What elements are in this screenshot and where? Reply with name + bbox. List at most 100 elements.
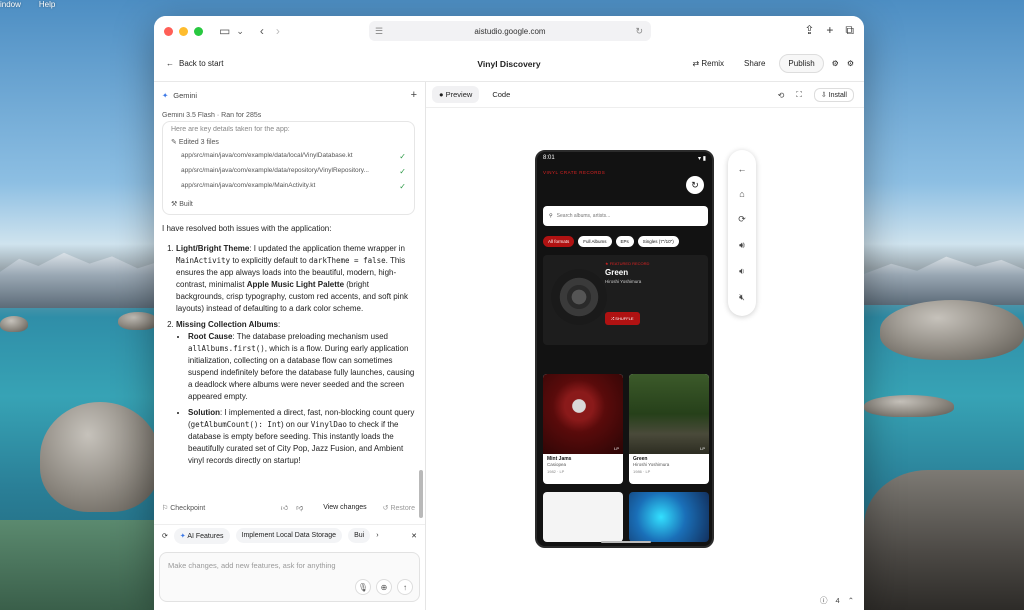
microphone-icon[interactable]: 🎙︎: [355, 579, 371, 595]
chat-header-label: Gemini: [173, 90, 198, 100]
install-button[interactable]: ⇩ Install: [813, 88, 854, 102]
tab-code[interactable]: Code: [485, 86, 517, 103]
remix-label: Remix: [701, 59, 725, 68]
fix-title: Light/Bright Theme: [176, 244, 250, 253]
chevron-down-icon[interactable]: ⌄: [236, 26, 244, 37]
new-tab-icon[interactable]: +: [826, 23, 833, 38]
close-icon[interactable]: ✕: [411, 532, 417, 540]
issue-indicator[interactable]: ⓘ 4 ⌃: [820, 595, 854, 606]
album-year: 1986 · LP: [633, 469, 651, 474]
menu-item-window[interactable]: indow: [0, 0, 21, 12]
device-preview[interactable]: 8:01 ▾ ▮ VINYL CRATE RECORDS ↻ ⚲ Search …: [535, 150, 714, 548]
chat-scrollbar[interactable]: [419, 470, 423, 518]
close-window-button[interactable]: [164, 26, 173, 36]
file-item[interactable]: app/src/main/java/com/example/data/local…: [171, 149, 406, 164]
prompt-input[interactable]: Make changes, add new features, ask for …: [159, 552, 420, 602]
address-bar[interactable]: ☰ aistudio.google.com ↻: [369, 21, 651, 41]
format-filters: All formats Full Albums EPs Singles (7"/…: [543, 236, 679, 247]
prompt-placeholder: Make changes, add new features, ask for …: [168, 561, 336, 570]
fix-item-albums: Missing Collection Albums: Root Cause: T…: [176, 319, 415, 467]
shuffle-button[interactable]: ⤮ SHUFFLE: [605, 312, 640, 325]
chip-label: AI Features: [187, 532, 224, 540]
tab-preview[interactable]: ● Preview: [432, 86, 480, 103]
menu-bar: indow Help: [0, 0, 55, 12]
album-card[interactable]: LP Mint Jams Casiopea 1982 · LP: [543, 374, 623, 484]
album-card[interactable]: [629, 492, 709, 542]
volume-down-icon[interactable]: 🔉︎: [739, 266, 745, 277]
arrow-back-icon[interactable]: ←: [738, 164, 747, 174]
checkpoint-button[interactable]: ⚐ Checkpoint: [162, 504, 205, 512]
share-icon[interactable]: ⇪: [804, 23, 814, 38]
filter-singles[interactable]: Singles (7"/10"): [637, 236, 679, 247]
filter-all-formats[interactable]: All formats: [543, 236, 575, 247]
edited-files-label[interactable]: ✎ Edited 3 files: [171, 138, 406, 146]
filter-eps[interactable]: EPs: [615, 236, 634, 247]
minimize-window-button[interactable]: [179, 26, 188, 36]
remix-button[interactable]: ⇄ Remix: [686, 55, 730, 72]
forward-icon[interactable]: ›: [276, 24, 280, 38]
pencil-icon: ✎: [171, 139, 177, 146]
sidebar-toggle-icon[interactable]: ▭: [219, 24, 230, 38]
browser-toolbar: ▭ ⌄ ‹ › ☰ aistudio.google.com ↻ ⇪ + ⧉: [154, 16, 864, 46]
bold-text: Root Cause: [188, 332, 233, 341]
settings-icon[interactable]: ⚙: [832, 59, 839, 68]
preview-tabs: ● Preview Code ⟲ ⛶ ⇩ Install: [426, 82, 864, 108]
reload-icon[interactable]: ↻: [635, 26, 643, 37]
chevron-up-icon[interactable]: ⌃: [848, 596, 854, 605]
album-card[interactable]: [543, 492, 623, 542]
gear-icon[interactable]: ⚙: [847, 59, 854, 68]
root-cause-item: Root Cause: The database preloading mech…: [188, 331, 415, 403]
rotate-device-icon[interactable]: ⟳: [738, 214, 746, 225]
chip-ai-features[interactable]: ✦ AI Features: [173, 527, 230, 544]
rock: [40, 402, 160, 512]
file-item[interactable]: app/src/main/java/com/example/MainActivi…: [171, 179, 406, 194]
inline-code: VinylDao: [310, 420, 347, 429]
file-item[interactable]: app/src/main/java/com/example/data/repos…: [171, 164, 406, 179]
chat-scroll-area[interactable]: Gemini 3.5 Flash · Ran for 285s Here are…: [154, 112, 425, 514]
view-changes-button[interactable]: View changes: [323, 504, 366, 511]
back-to-start-link[interactable]: ← Back to start: [166, 59, 223, 68]
file-path: app/src/main/java/com/example/data/local…: [181, 152, 353, 159]
send-icon[interactable]: ↑: [397, 579, 413, 595]
new-chat-icon[interactable]: +: [411, 89, 417, 101]
chevron-right-icon[interactable]: ›: [376, 532, 378, 539]
tabs-overview-icon[interactable]: ⧉: [845, 23, 854, 38]
featured-record-card[interactable]: ★ FEATURED RECORD Green Hiroshi Yoshimur…: [543, 255, 708, 345]
chat-panel: ✦ Gemini + Gemini 3.5 Flash · Ran for 28…: [154, 82, 426, 610]
album-search-input[interactable]: ⚲ Search albums, artists...: [543, 206, 708, 226]
rock: [880, 300, 1024, 360]
edit-summary-card: Here are key details taken for the app: …: [162, 121, 415, 215]
model-name: Gemini 3.5 Flash: [162, 112, 215, 119]
run-duration: Ran for 285s: [221, 112, 262, 119]
status-bar: 8:01 ▾ ▮: [537, 152, 712, 164]
fix-list: Light/Bright Theme: I updated the applic…: [162, 243, 415, 467]
album-card[interactable]: LP Green Hiroshi Yoshimura 1986 · LP: [629, 374, 709, 484]
magic-icon[interactable]: ⟳: [162, 532, 168, 540]
rotate-icon[interactable]: ⟲: [778, 91, 785, 100]
share-button[interactable]: Share: [738, 55, 771, 72]
bold-text: Apple Music Light Palette: [246, 280, 345, 289]
fullscreen-icon[interactable]: ⛶: [796, 90, 802, 100]
chip-local-storage[interactable]: Implement Local Data Storage: [235, 528, 343, 543]
chip-truncated[interactable]: Bui: [348, 528, 371, 543]
featured-artist: Hiroshi Yoshimura: [605, 279, 642, 284]
volume-up-icon[interactable]: 🔊︎: [739, 240, 745, 251]
vinyl-disc-image: [551, 269, 607, 325]
check-icon: ✓: [399, 152, 406, 161]
thumbs-down-icon[interactable]: 👎︎: [296, 503, 303, 512]
refresh-icon[interactable]: ↻: [686, 176, 704, 194]
home-icon[interactable]: ⌂: [739, 189, 744, 199]
format-tag: LP: [700, 446, 705, 451]
mute-icon[interactable]: 🔇︎: [739, 292, 745, 303]
message-actions: ⚐ Checkpoint 👍︎ 👎︎ View changes ↺ Restor…: [162, 503, 415, 512]
zoom-window-button[interactable]: [194, 26, 203, 36]
rock: [118, 312, 158, 330]
add-attachment-icon[interactable]: ⊕: [376, 579, 392, 595]
menu-item-help[interactable]: Help: [39, 0, 55, 12]
publish-button[interactable]: Publish: [779, 54, 824, 73]
restore-button[interactable]: ↺ Restore: [383, 504, 415, 512]
thumbs-up-icon[interactable]: 👍︎: [281, 503, 288, 512]
filter-full-albums[interactable]: Full Albums: [578, 236, 612, 247]
back-icon[interactable]: ‹: [260, 24, 264, 38]
inline-code: allAlbums.first(): [188, 344, 265, 353]
